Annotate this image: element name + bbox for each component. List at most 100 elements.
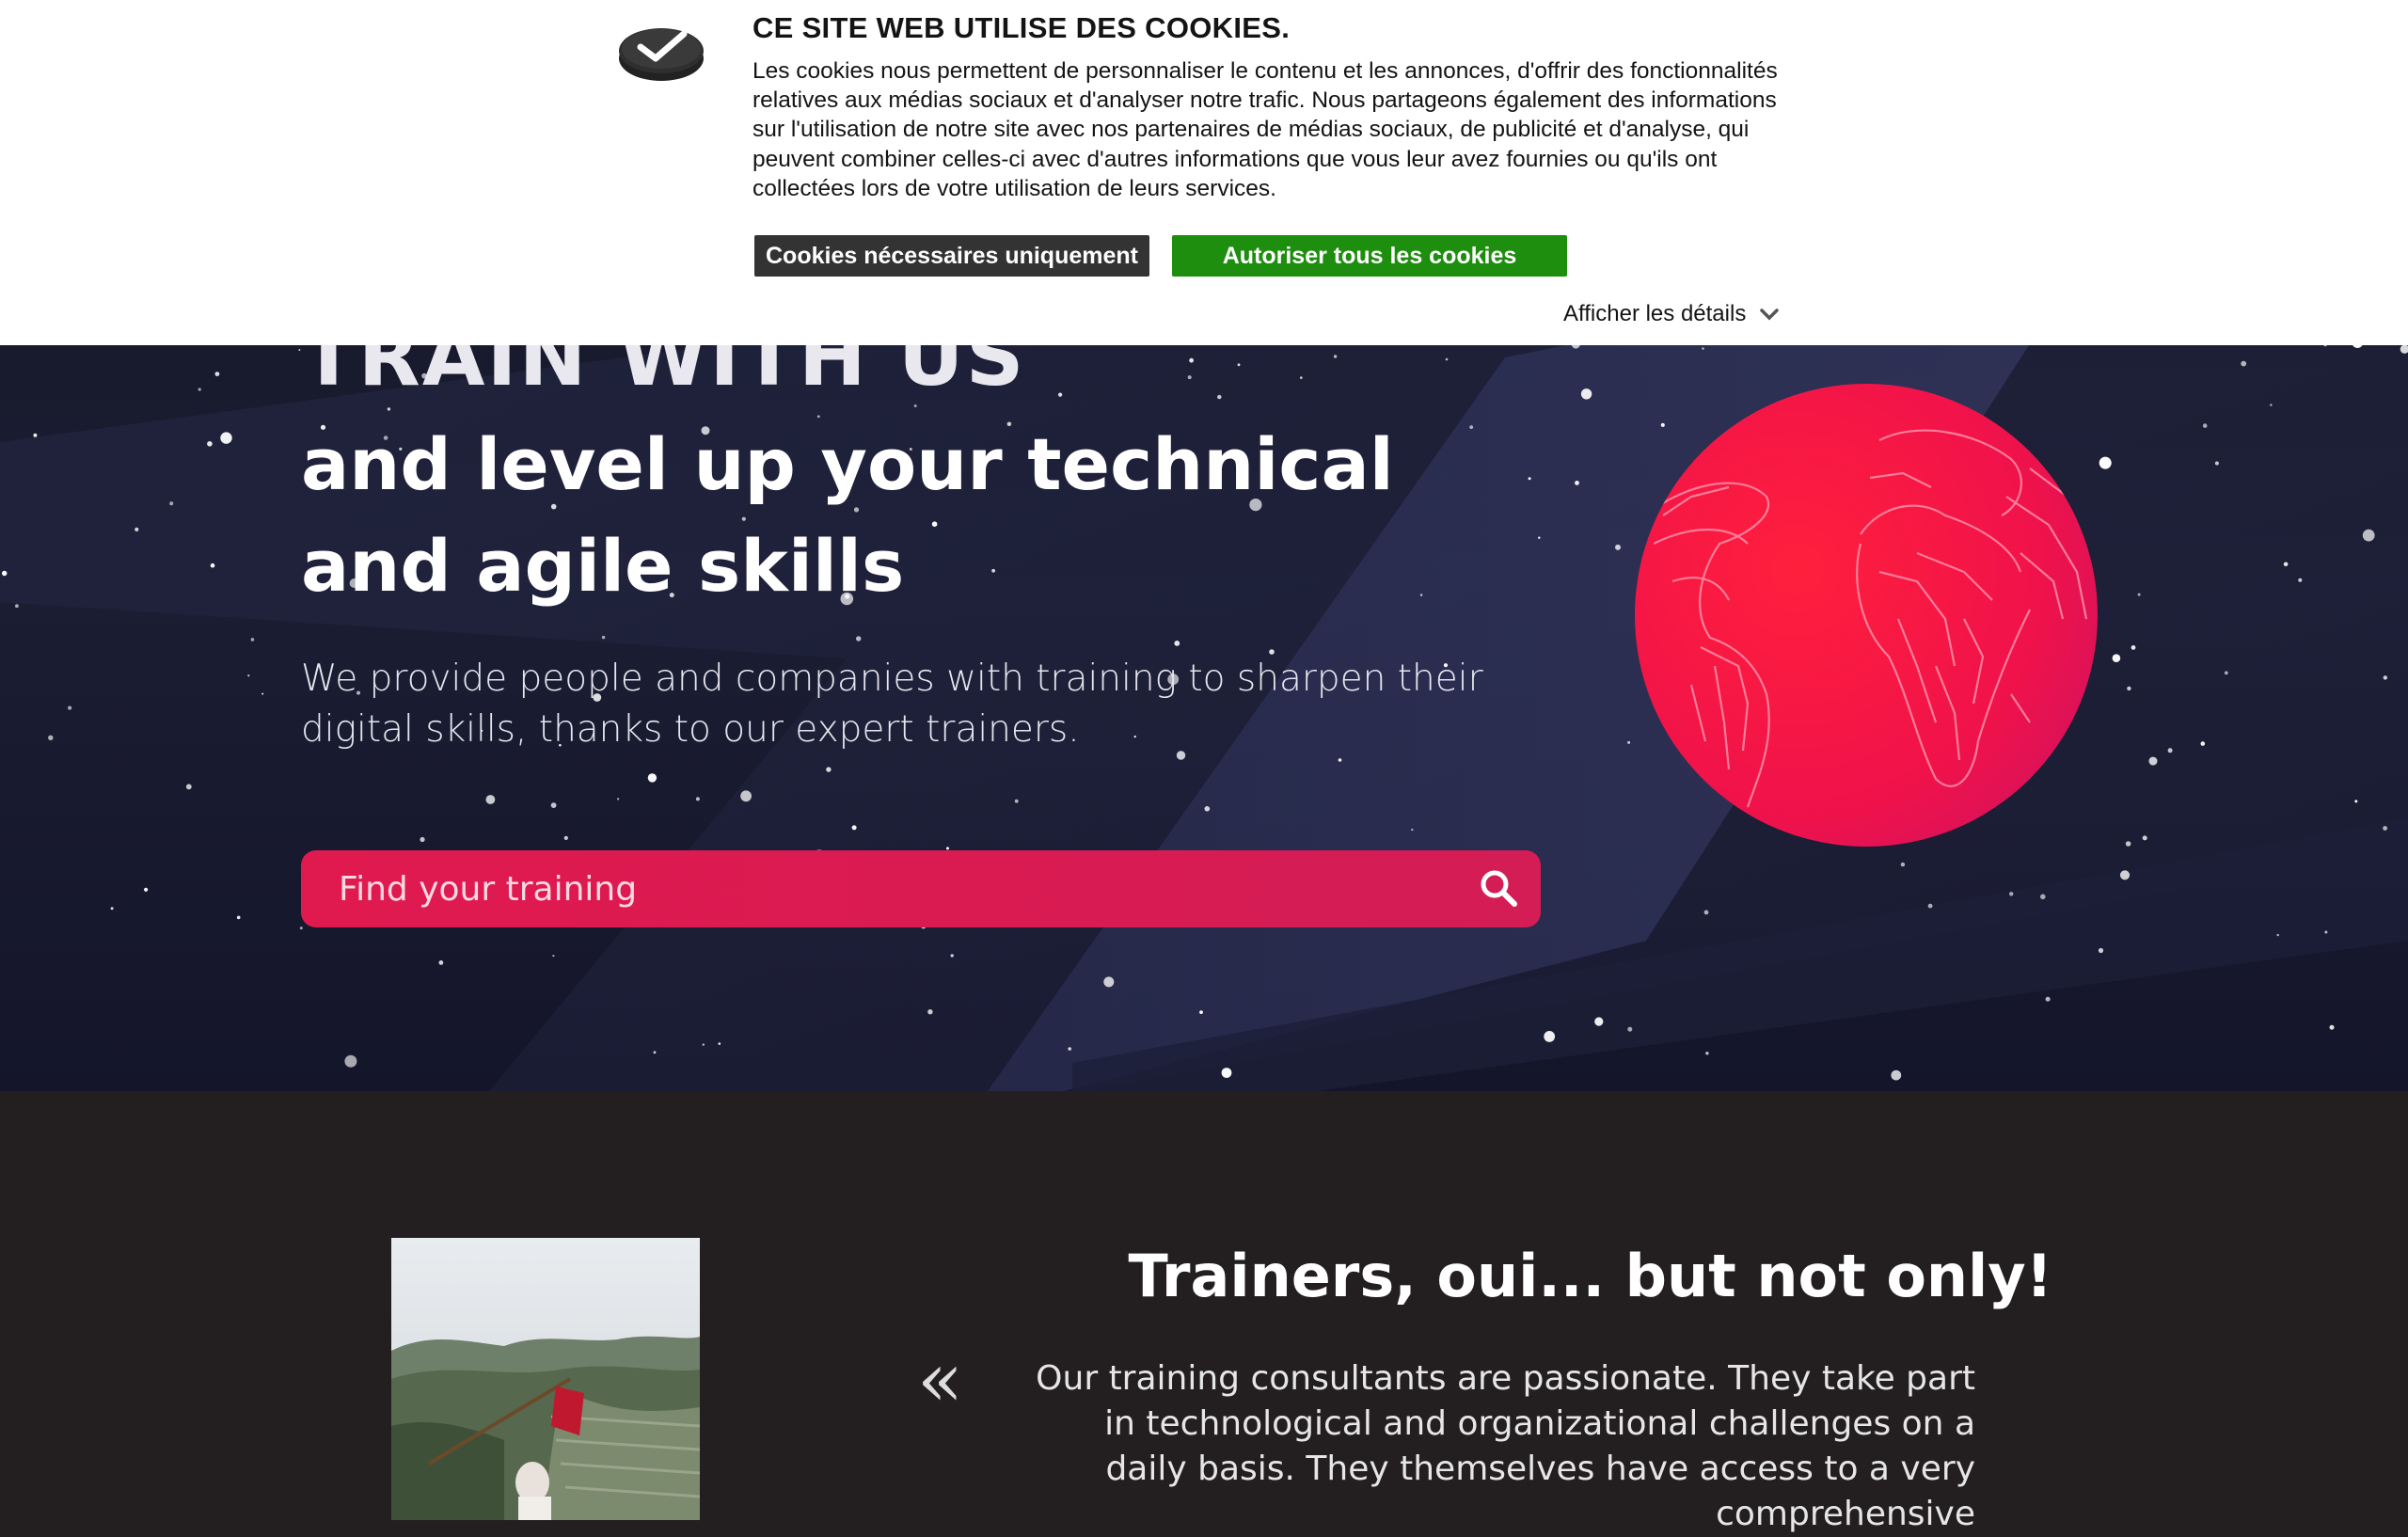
hero-description: We provide people and companies with tra… (301, 658, 1483, 751)
star (2167, 748, 2173, 753)
star (1103, 976, 1115, 988)
star (1068, 1047, 1071, 1051)
allow-all-cookies-button[interactable]: Autoriser tous les cookies (1172, 235, 1567, 277)
star (2137, 593, 2141, 596)
show-details-label: Afficher les détails (1563, 301, 1747, 326)
star (2383, 675, 2387, 680)
star (15, 604, 19, 609)
star (1174, 641, 1180, 646)
star (2329, 1024, 2335, 1030)
star (33, 433, 38, 437)
star (718, 1042, 721, 1045)
star (950, 954, 954, 958)
star (420, 836, 425, 843)
star (1900, 862, 1906, 867)
star (552, 955, 555, 958)
star (2119, 870, 2131, 880)
star (1189, 357, 1194, 363)
star (1615, 544, 1621, 550)
section-text: Our training consultants are passionate.… (1036, 1359, 1975, 1533)
star (851, 825, 857, 831)
star (438, 960, 444, 965)
star (2214, 461, 2219, 466)
star (2400, 344, 2408, 354)
star (2131, 645, 2136, 650)
star (1627, 740, 1631, 744)
star (2241, 360, 2247, 367)
star (2099, 456, 2112, 469)
star (2202, 423, 2208, 428)
cookie-consent-banner: CE SITE WEB UTILISE DES COOKIES. Les coo… (0, 0, 2408, 345)
star (1333, 355, 1338, 358)
show-details-link[interactable]: Afficher les détails (1563, 301, 1780, 327)
star (2200, 741, 2206, 746)
star (144, 887, 149, 892)
trainers-section: Trainers, oui... but not only! « Our tra… (0, 1091, 2408, 1533)
star (68, 705, 72, 710)
quote-mark: « (917, 1336, 963, 1423)
star (2276, 933, 2279, 937)
cookiebot-logo-icon (616, 15, 706, 85)
star (2224, 671, 2228, 675)
star (1544, 1031, 1556, 1042)
necessary-cookies-button[interactable]: Cookies nécessaires uniquement (754, 235, 1149, 277)
cookie-banner-text: Les cookies nous permettent de personnal… (752, 58, 1778, 201)
star (1217, 394, 1222, 400)
star (2045, 996, 2051, 1002)
star (2112, 654, 2121, 662)
star (2148, 756, 2158, 766)
star (207, 441, 213, 447)
star (1575, 481, 1579, 485)
hero-subtitle: and level up your technical and agile sk… (301, 422, 1394, 608)
star (1528, 477, 1531, 481)
search-button[interactable] (1456, 850, 1541, 927)
star (550, 802, 557, 808)
section-title: Trainers, oui... but not only! (1128, 1242, 2052, 1310)
star (2362, 529, 2375, 542)
star (946, 847, 949, 850)
star (2324, 930, 2328, 934)
star (695, 797, 700, 801)
star (1204, 806, 1211, 812)
star (210, 563, 215, 568)
star (2040, 894, 2046, 900)
star (1237, 363, 1241, 367)
star (617, 798, 620, 800)
star (247, 674, 250, 677)
star (2354, 800, 2358, 803)
star (2009, 892, 2014, 896)
star (185, 784, 192, 790)
star (485, 795, 496, 804)
star (1338, 758, 1342, 762)
chevron-down-icon (1760, 309, 1780, 321)
star (110, 907, 114, 911)
star (2383, 826, 2388, 831)
search-icon (1478, 867, 1519, 911)
star (169, 501, 174, 506)
star (2142, 835, 2147, 841)
star (1702, 347, 1704, 350)
star (913, 404, 917, 407)
star (2283, 562, 2289, 567)
star (1627, 1026, 1633, 1032)
star (1221, 1068, 1232, 1078)
star (1058, 392, 1063, 397)
star (1199, 1010, 1203, 1014)
star (702, 1043, 705, 1046)
star (1538, 536, 1541, 539)
star (740, 790, 752, 802)
star (1411, 828, 1414, 832)
star (1705, 1052, 1709, 1055)
cookie-banner-title: CE SITE WEB UTILISE DES COOKIES. (752, 11, 1291, 44)
star (1594, 1017, 1604, 1026)
star (250, 638, 255, 642)
star (2098, 947, 2104, 954)
star (647, 773, 657, 783)
trainer-photo (391, 1238, 700, 1520)
star (387, 407, 391, 411)
star (1891, 1070, 1902, 1081)
star (653, 1051, 657, 1054)
training-search-input[interactable] (301, 850, 1456, 927)
star (261, 692, 264, 695)
star (1580, 388, 1592, 400)
